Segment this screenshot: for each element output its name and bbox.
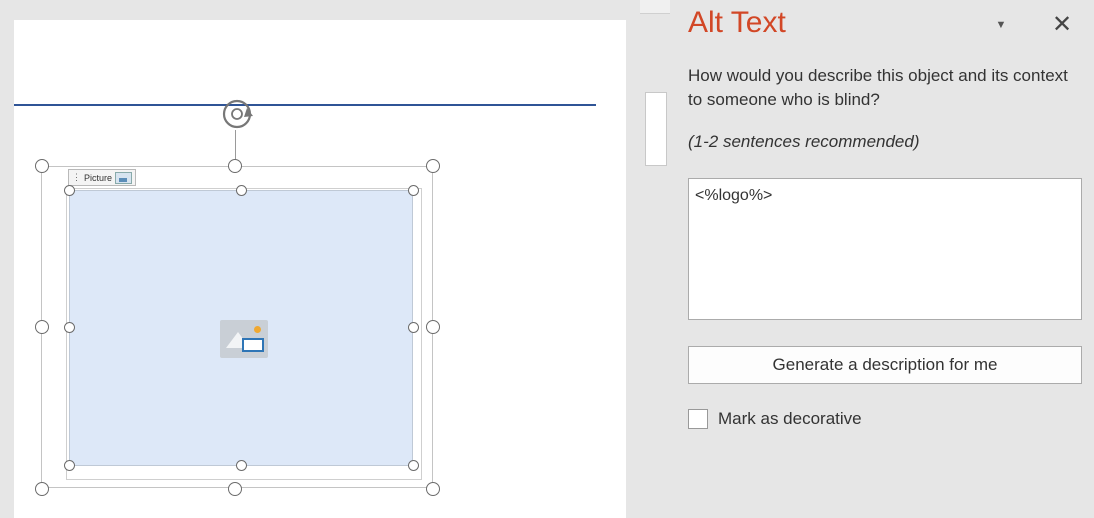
decorative-label: Mark as decorative — [718, 409, 862, 428]
resize-handle-bottom[interactable] — [228, 482, 242, 496]
close-icon[interactable]: ✕ — [1048, 10, 1076, 38]
scrollbar-top-cap — [640, 0, 670, 14]
scrollbar-thumb[interactable] — [645, 92, 667, 166]
picture-handle-top[interactable] — [236, 185, 247, 196]
alt-text-pane: Alt Text ▼ ✕ How would you describe this… — [670, 0, 1094, 518]
generate-description-button[interactable]: Generate a description for me — [688, 346, 1082, 384]
picture-handle-top-right[interactable] — [408, 185, 419, 196]
alt-text-input[interactable] — [688, 178, 1082, 320]
sun-shape — [254, 326, 261, 333]
resize-handle-bottom-right[interactable] — [426, 482, 440, 496]
document-area: ⋮ Picture — [0, 0, 640, 518]
alt-text-prompt: How would you describe this object and i… — [688, 66, 1068, 109]
resize-handle-right[interactable] — [426, 320, 440, 334]
screen-shape — [242, 338, 264, 352]
resize-handle-left[interactable] — [35, 320, 49, 334]
rotate-icon[interactable] — [217, 94, 257, 134]
decorative-checkbox[interactable] — [688, 409, 708, 429]
picture-handle-left[interactable] — [64, 322, 75, 333]
vertical-scrollbar[interactable] — [640, 0, 670, 518]
pane-title: Alt Text — [688, 6, 786, 39]
picture-handle-bottom-right[interactable] — [408, 460, 419, 471]
mark-decorative-row[interactable]: Mark as decorative — [688, 408, 862, 430]
alt-text-hint: (1-2 sentences recommended) — [688, 132, 920, 151]
header-divider — [14, 104, 596, 106]
resize-handle-bottom-left[interactable] — [35, 482, 49, 496]
resize-handle-top-left[interactable] — [35, 159, 49, 173]
picture-handle-bottom-left[interactable] — [64, 460, 75, 471]
picture-content-control-tag[interactable]: ⋮ Picture — [68, 169, 137, 186]
picture-handle-top-left[interactable] — [64, 185, 75, 196]
grip-icon: ⋮ — [72, 172, 81, 182]
picture-handle-right[interactable] — [408, 322, 419, 333]
chevron-down-icon[interactable]: ▼ — [990, 16, 1012, 34]
image-placeholder-icon[interactable] — [220, 320, 268, 358]
picture-handle-bottom[interactable] — [236, 460, 247, 471]
resize-handle-top-right[interactable] — [426, 159, 440, 173]
content-control-label: Picture — [84, 172, 113, 183]
picture-icon — [115, 171, 133, 184]
resize-handle-top[interactable] — [228, 159, 242, 173]
